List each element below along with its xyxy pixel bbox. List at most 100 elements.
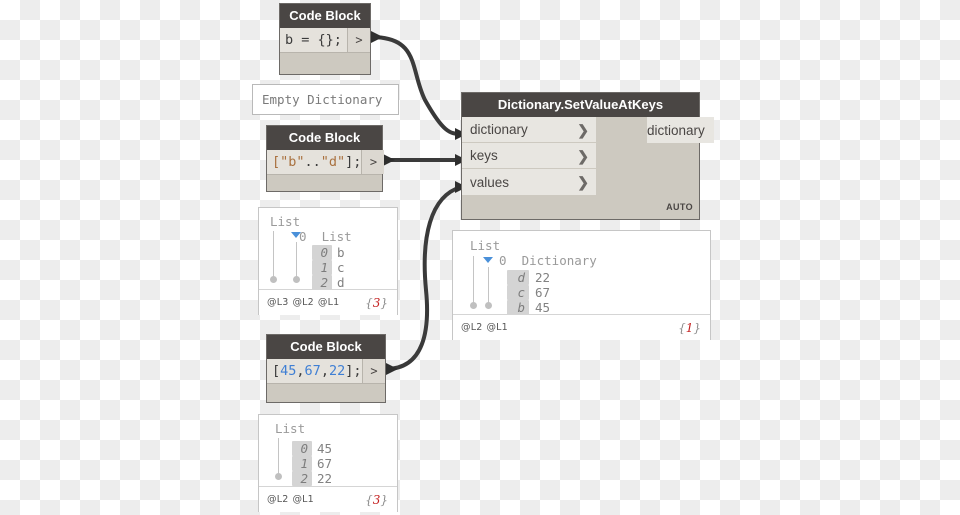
tree-line-root xyxy=(273,231,274,278)
watch-result-row-value-2: 45 xyxy=(535,300,551,314)
watch-keys-count-number: 3 xyxy=(372,295,381,310)
level-badge[interactable]: @L1 xyxy=(318,297,339,308)
input-port-dictionary[interactable]: dictionary ❯ xyxy=(462,117,596,143)
tree-dot-child xyxy=(293,276,300,283)
code-block-3-code-row[interactable]: [45,67,22]; > xyxy=(267,359,385,384)
output-port-dictionary[interactable]: dictionary xyxy=(647,117,714,143)
watch-keys-root-label: List xyxy=(270,214,301,229)
node-code-block-1[interactable]: Code Block b = {}; > xyxy=(279,3,371,75)
node-empty-dictionary[interactable]: Empty Dictionary xyxy=(252,84,399,115)
input-port-dictionary-label: dictionary xyxy=(470,122,528,137)
tree-dot-child xyxy=(485,302,492,309)
watch-keys-row-index-0: 0 xyxy=(312,245,332,260)
code-token-range: .. xyxy=(304,154,321,170)
code-token-close-2: ]; xyxy=(345,363,362,379)
watch-result-footer: @L2 @L1 {1} xyxy=(453,314,710,340)
code-block-2-code[interactable]: ["b".."d"]; xyxy=(267,150,361,174)
code-block-1-code-row[interactable]: b = {}; > xyxy=(280,28,370,53)
watch-result-row-index-0: d xyxy=(507,270,529,285)
port-marker-codeblock2-out xyxy=(383,154,395,166)
code-block-2-title: Code Block xyxy=(267,126,382,150)
chevron-right-icon[interactable]: ❯ xyxy=(577,123,589,137)
code-token-close: ]; xyxy=(345,154,362,170)
dynamo-graph-canvas[interactable]: Code Block b = {}; > Empty Dictionary Co… xyxy=(0,0,960,515)
code-token-num-45: 45 xyxy=(280,363,297,379)
input-port-keys-label: keys xyxy=(470,148,498,163)
code-block-2-output-port[interactable]: > xyxy=(361,150,385,174)
code-block-1-output-port[interactable]: > xyxy=(347,28,370,52)
code-token-open: [ xyxy=(272,363,281,379)
watch-keys-footer: @L3 @L2 @L1 {3} xyxy=(259,289,397,315)
code-block-1-title: Code Block xyxy=(280,4,370,28)
watch-values-count-number: 3 xyxy=(372,492,381,507)
watch-values-levels[interactable]: @L2 @L1 xyxy=(267,494,318,505)
function-node-auto-badge: AUTO xyxy=(666,202,693,212)
function-node-outputs: dictionary xyxy=(596,117,714,195)
node-watch-values[interactable]: List 0 45 1 67 2 22 @L2 @L1 {3} xyxy=(258,414,398,512)
output-port-dictionary-label: dictionary xyxy=(647,122,705,138)
input-port-values[interactable]: values ❯ xyxy=(462,169,596,195)
chevron-right-icon[interactable]: ❯ xyxy=(577,175,589,189)
watch-keys-count: {3} xyxy=(365,295,388,310)
watch-result-count: {1} xyxy=(678,320,701,335)
watch-values-count: {3} xyxy=(365,492,388,507)
watch-result-levels[interactable]: @L2 @L1 xyxy=(461,322,512,333)
node-code-block-3[interactable]: Code Block [45,67,22]; > xyxy=(266,334,386,403)
level-badge[interactable]: @L1 xyxy=(292,494,313,505)
watch-result-row-index-1: c xyxy=(507,285,529,300)
function-node-ports: dictionary ❯ keys ❯ values ❯ dictionary xyxy=(462,117,714,195)
watch-result-root-label: List xyxy=(470,238,501,253)
code-token-string-d: "d" xyxy=(320,154,346,170)
watch-values-row-value-1: 67 xyxy=(317,456,333,471)
empty-dictionary-label: Empty Dictionary xyxy=(262,92,383,107)
watch-keys-row-index-2: 2 xyxy=(312,275,332,289)
input-port-keys[interactable]: keys ❯ xyxy=(462,143,596,169)
watch-keys-levels[interactable]: @L3 @L2 @L1 xyxy=(267,297,343,308)
code-block-1-code[interactable]: b = {}; xyxy=(280,28,347,52)
code-block-3-output-port[interactable]: > xyxy=(362,359,385,383)
watch-result-count-number: 1 xyxy=(685,320,694,335)
watch-keys-row-value-2: d xyxy=(337,275,345,289)
node-dictionary-setvalueatkeys[interactable]: Dictionary.SetValueAtKeys dictionary ❯ k… xyxy=(461,92,714,220)
function-node-inputs: dictionary ❯ keys ❯ values ❯ xyxy=(462,117,596,195)
watch-result-row-value-1: 67 xyxy=(535,285,551,300)
watch-values-row-index-2: 2 xyxy=(292,471,312,486)
watch-keys-body: List 0 List 0 b 1 c 2 d xyxy=(259,208,397,289)
watch-keys-row-index-1: 1 xyxy=(312,260,332,275)
level-badge[interactable]: @L3 xyxy=(267,297,288,308)
watch-result-row-value-0: 22 xyxy=(535,270,551,285)
watch-keys-row-value-0: b xyxy=(337,245,345,260)
tree-line-root xyxy=(473,256,474,304)
code-block-3-code[interactable]: [45,67,22]; xyxy=(267,359,362,383)
watch-values-row-value-2: 22 xyxy=(317,471,333,486)
port-marker-codeblock3-out xyxy=(386,363,398,375)
code-token-comma-2: , xyxy=(320,363,329,379)
tree-line-child xyxy=(296,242,297,278)
code-token-num-22: 22 xyxy=(328,363,346,379)
tree-collapse-triangle-icon[interactable] xyxy=(483,257,493,263)
watch-result-body: List 0 Dictionary d 22 c 67 b 45 xyxy=(453,231,710,314)
watch-result-row-index-2: b xyxy=(507,300,529,314)
code-token-string-b: ["b" xyxy=(272,154,305,170)
node-code-block-2[interactable]: Code Block ["b".."d"]; > xyxy=(266,125,385,192)
code-block-2-code-row[interactable]: ["b".."d"]; > xyxy=(267,150,385,175)
code-token-num-67: 67 xyxy=(304,363,321,379)
tree-line-child xyxy=(488,267,489,304)
port-marker-codeblock1-out xyxy=(371,31,383,43)
code-block-2-body: ["b".."d"]; > xyxy=(267,150,385,215)
watch-values-body: List 0 45 1 67 2 22 xyxy=(259,415,397,486)
watch-result-child-label: 0 Dictionary xyxy=(499,253,597,268)
tree-line-root xyxy=(278,438,279,475)
code-token-comma-1: , xyxy=(296,363,305,379)
level-badge[interactable]: @L1 xyxy=(486,322,507,333)
level-badge[interactable]: @L2 xyxy=(292,297,313,308)
node-watch-result[interactable]: List 0 Dictionary d 22 c 67 b 45 @L2 @L1 … xyxy=(452,230,711,340)
tree-dot-root xyxy=(270,276,277,283)
chevron-right-icon[interactable]: ❯ xyxy=(577,149,589,163)
level-badge[interactable]: @L2 xyxy=(461,322,482,333)
watch-values-row-value-0: 45 xyxy=(317,441,333,456)
level-badge[interactable]: @L2 xyxy=(267,494,288,505)
watch-values-row-index-0: 0 xyxy=(292,441,312,456)
node-watch-keys[interactable]: List 0 List 0 b 1 c 2 d @L3 @L2 @L1 {3} xyxy=(258,207,398,315)
watch-values-row-index-1: 1 xyxy=(292,456,312,471)
